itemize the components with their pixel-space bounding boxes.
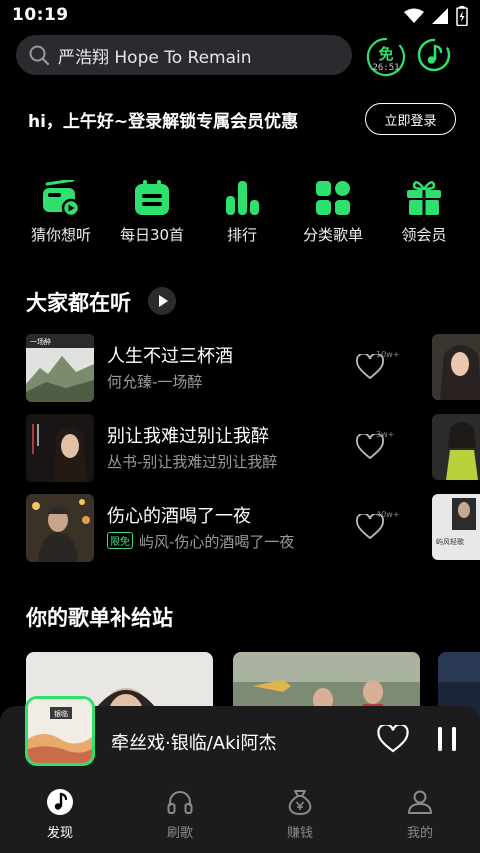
song-cover [26,494,94,562]
quick-link-categories[interactable]: 分类歌单 [285,180,381,245]
like-count: 10w+ [376,350,400,359]
song-cover: 一场醉 [26,334,94,402]
grid-icon [316,181,350,215]
song-subtitle: 丛书-别让我难过别让我醉 [107,453,278,471]
like-button[interactable]: 10w+ [356,350,399,384]
next-song-cover[interactable] [432,334,480,400]
battery-icon [456,6,468,26]
chart-bars-icon [226,181,259,215]
quick-link-ranking[interactable]: 排行 [194,180,290,245]
song-item[interactable]: 伤心的酒喝了一夜 限免 屿风-伤心的酒喝了一夜 40w+ [26,494,426,562]
song-item[interactable]: 别让我难过别让我醉 丛书-别让我难过别让我醉 3w+ [26,414,426,482]
cover-text: 一场醉 [30,337,51,346]
quick-link-label: 领会员 [401,226,447,244]
bottom-nav: 发现 刷歌 赚钱 我的 [0,776,480,853]
nav-earn[interactable]: 赚钱 [260,788,340,841]
song-subtitle: 何允臻-一场醉 [107,373,203,391]
calendar-icon [135,180,169,215]
nav-label: 刷歌 [166,826,193,841]
quick-link-label: 排行 [226,226,257,244]
login-button[interactable]: 立即登录 [365,103,456,135]
radio-icon [43,180,81,216]
like-button[interactable]: 40w+ [356,510,399,544]
mini-player-cover[interactable]: 银临 [25,696,95,766]
song-title: 人生不过三杯酒 [107,346,233,367]
member-promo-text: hi，上午好~登录解锁专属会员优惠 [28,112,299,132]
like-count: 3w+ [376,430,395,439]
quick-link-membership[interactable]: 领会员 [376,180,472,245]
quick-link-label: 猜你想听 [30,226,91,244]
signal-icon [432,8,448,24]
quick-link-label: 分类歌单 [302,226,363,244]
song-item[interactable]: 一场醉 人生不过三杯酒 何允臻-一场醉 10w+ [26,334,426,402]
music-recognize-icon[interactable] [416,37,452,73]
section-title-playlist: 你的歌单补给站 [26,606,173,630]
song-subtitle-text: 屿风-伤心的酒喝了一夜 [139,533,295,551]
like-count: 40w+ [376,510,400,519]
money-bag-icon [288,790,312,816]
quick-link-daily[interactable]: 每日30首 [104,180,200,245]
status-icons [404,6,468,26]
section-play-button[interactable] [148,287,176,315]
nav-discover[interactable]: 发现 [20,788,100,841]
mini-cover-text: 银临 [54,709,68,718]
mini-player-title: 牵丝戏·银临/Aki阿杰 [111,733,277,754]
section-title-listening: 大家都在听 [26,291,131,315]
nav-browse-songs[interactable]: 刷歌 [140,788,220,841]
quick-link-guess[interactable]: 猜你想听 [13,180,109,245]
search-placeholder: 严浩翔 Hope To Remain [58,47,252,68]
play-icon [159,295,168,307]
search-icon [29,45,50,66]
wifi-icon [404,8,424,23]
headphones-icon [167,791,193,814]
free-badge: 免 [378,45,393,63]
nav-label: 我的 [406,826,433,841]
song-cover [26,414,94,482]
song-title: 伤心的酒喝了一夜 [107,506,251,527]
quick-link-label: 每日30首 [119,226,185,244]
next-song-cover[interactable] [432,414,480,480]
nav-label: 发现 [46,826,73,841]
nav-label: 赚钱 [286,826,313,841]
pause-icon[interactable] [436,727,458,751]
status-time: 10:19 [12,5,69,25]
gift-icon [407,181,441,215]
nav-mine[interactable]: 我的 [380,788,460,841]
user-icon [408,790,432,814]
free-timer: 26:51 [372,63,400,73]
peek-cover-text: 屿风轻歌 [436,537,464,546]
search-bar[interactable]: 严浩翔 Hope To Remain [16,35,352,75]
next-song-cover[interactable]: 屿风轻歌 [432,494,480,560]
status-bar: 10:19 [0,0,480,32]
mini-like-icon[interactable] [377,725,409,753]
like-button[interactable]: 3w+ [356,430,394,464]
song-title: 别让我难过别让我醉 [107,426,269,447]
note-icon [47,789,73,815]
free-tag: 限免 [107,532,133,549]
song-subtitle: 限免 屿风-伤心的酒喝了一夜 [107,531,294,552]
